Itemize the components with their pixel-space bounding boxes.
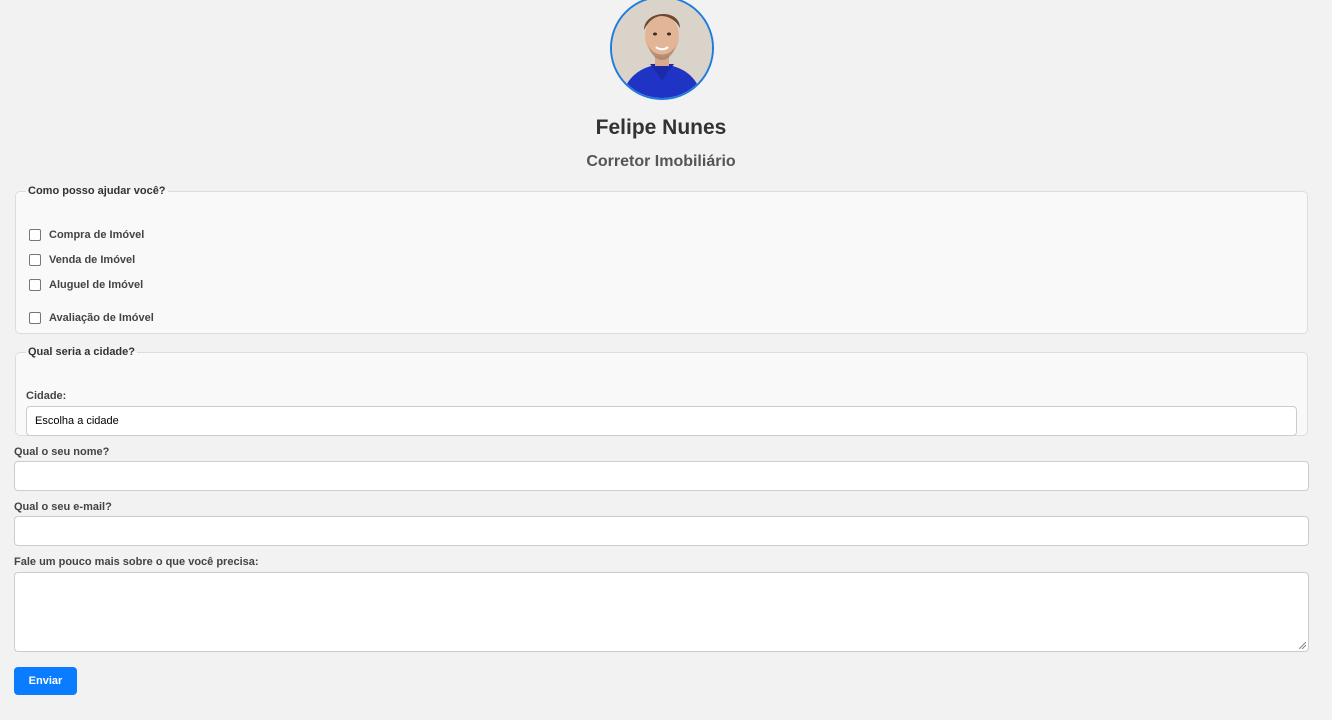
resize-handle-icon[interactable] bbox=[1299, 642, 1306, 649]
profile-role: Corretor Imobiliário bbox=[586, 153, 736, 170]
checkbox-compra[interactable] bbox=[29, 229, 41, 241]
name-input[interactable] bbox=[14, 461, 1309, 491]
message-textarea[interactable] bbox=[14, 572, 1309, 652]
submit-button[interactable]: Enviar bbox=[14, 667, 77, 695]
name-label: Qual o seu nome? bbox=[14, 446, 110, 458]
profile-photo bbox=[612, 0, 712, 98]
checkbox-aluguel[interactable] bbox=[29, 279, 41, 291]
city-label: Cidade: bbox=[26, 390, 67, 402]
email-label: Qual o seu e-mail? bbox=[14, 501, 112, 513]
checkbox-avaliacao[interactable] bbox=[29, 312, 41, 324]
message-label: Fale um pouco mais sobre o que você prec… bbox=[14, 556, 259, 568]
profile-name: Felipe Nunes bbox=[595, 116, 727, 139]
avatar bbox=[610, 0, 714, 100]
help-options-legend: Como posso ajudar você? bbox=[28, 185, 166, 197]
option-venda-label: Venda de Imóvel bbox=[49, 254, 136, 266]
help-options-group: Como posso ajudar você? Compra de Imóvel… bbox=[15, 185, 1308, 334]
checkbox-venda[interactable] bbox=[29, 254, 41, 266]
email-input[interactable] bbox=[14, 516, 1309, 546]
option-venda[interactable]: Venda de Imóvel bbox=[29, 254, 135, 266]
option-compra[interactable]: Compra de Imóvel bbox=[29, 229, 144, 241]
city-legend: Qual seria a cidade? bbox=[28, 346, 135, 358]
option-avaliacao[interactable]: Avaliação de Imóvel bbox=[29, 312, 154, 324]
option-compra-label: Compra de Imóvel bbox=[49, 229, 145, 241]
city-group: Qual seria a cidade? Cidade: Escolha a c… bbox=[15, 346, 1308, 436]
option-avaliacao-label: Avaliação de Imóvel bbox=[49, 312, 154, 324]
option-aluguel-label: Aluguel de Imóvel bbox=[49, 279, 144, 291]
city-select[interactable]: Escolha a cidade bbox=[26, 406, 1297, 436]
option-aluguel[interactable]: Aluguel de Imóvel bbox=[29, 279, 143, 291]
city-select-value: Escolha a cidade bbox=[35, 415, 119, 427]
